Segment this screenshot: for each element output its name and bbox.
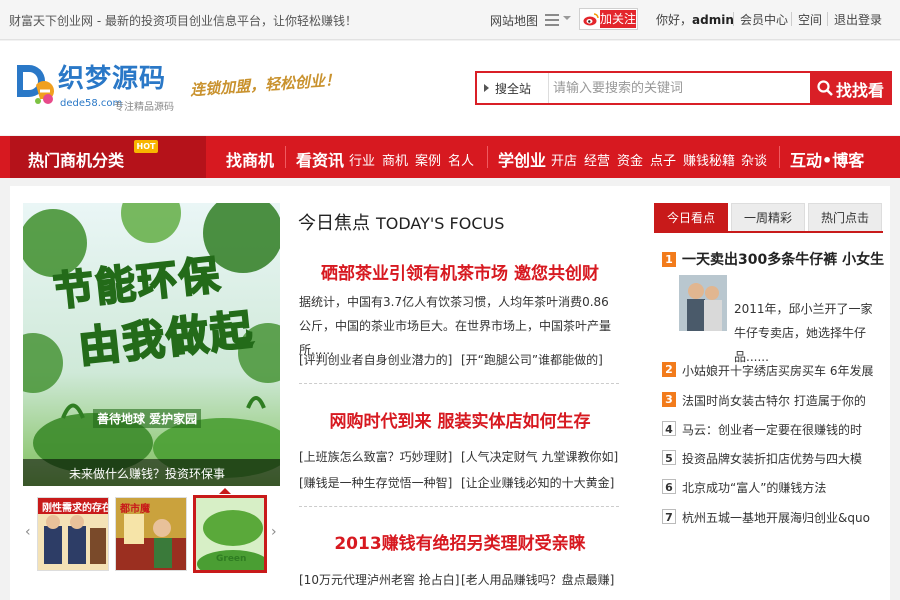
- focus-links-1: [评判创业者自身创业潜力的] [开“跑腿公司”谁都能做的]: [299, 351, 619, 371]
- todays-focus: 今日焦点 TODAY'S FOCUS 硒部茶业引领有机茶市场 邀您共创财 据统计，…: [290, 203, 630, 600]
- active-thumb-pointer: [219, 488, 231, 494]
- nav-item-find-business[interactable]: 找商机: [226, 147, 274, 189]
- nav-divider: [487, 146, 488, 168]
- header-tagline: 连锁加盟，轻松创业！: [189, 70, 341, 100]
- ranking-tabs: 今日看点 一周精彩 热门点击: [654, 203, 883, 233]
- focus-links-2: [上班族怎么致富？巧妙理财] [人气决定财气 九堂课教你如] [赚钱是一种生存觉…: [299, 448, 619, 508]
- divider: [733, 12, 734, 26]
- weibo-follow-button[interactable]: 加关注: [579, 8, 638, 30]
- caret-right-icon: [484, 84, 489, 92]
- focus-link[interactable]: [让企业赚钱必知的十大黄金]: [461, 474, 614, 491]
- user-greeting: 你好，admin: [656, 13, 734, 27]
- site-slogan: 财富天下创业网 - 最新的投资项目创业信息平台，让你轻松赚钱！: [9, 14, 357, 28]
- logout-link[interactable]: 退出登录: [834, 11, 882, 28]
- rank-number: 2: [662, 362, 676, 377]
- focus-link[interactable]: [上班族怎么致富？巧妙理财]: [299, 448, 452, 465]
- nav-divider: [779, 146, 780, 168]
- tab-hot[interactable]: 热门点击: [808, 203, 882, 231]
- slider-caption: 未来做什么赚钱？投资环保事: [69, 467, 226, 481]
- search-button[interactable]: 找找看: [810, 73, 890, 103]
- rank-number: 4: [662, 421, 676, 436]
- rank-first-title[interactable]: 一天卖出300多条牛仔裤 小女生: [682, 249, 884, 269]
- nav-item-blog[interactable]: 互动•博客: [790, 147, 864, 189]
- rank-number: 7: [662, 509, 676, 524]
- slider-thumb-2[interactable]: 都市魔: [115, 497, 187, 571]
- slider-thumbnails: ‹ 刚性需求的存在 都市魔 Green ›: [23, 488, 280, 578]
- slider-caption-bar[interactable]: 未来做什么赚钱？投资环保事: [23, 459, 280, 486]
- focus-headline-3[interactable]: 2013赚钱有绝招另类理财受亲睐: [290, 529, 630, 554]
- tab-today[interactable]: 今日看点: [654, 203, 728, 231]
- ranking-panel: 今日看点 一周精彩 热门点击 1 一天卖出300多条牛仔裤 小女生 2011年，…: [654, 203, 884, 600]
- search-scope-select[interactable]: 搜全站: [477, 73, 549, 103]
- focus-link[interactable]: [10万元代理泸州老窖 抢占白]: [299, 571, 459, 588]
- divider: [299, 383, 619, 384]
- member-center-link[interactable]: 会员中心: [740, 11, 788, 28]
- rank-number: 1: [662, 252, 676, 267]
- main-content: 节能环保 由我做起 善待地球 爱护家园 未来做什么赚钱？投资环保事 ‹ 刚性需求…: [10, 186, 890, 600]
- weibo-icon: [583, 13, 599, 26]
- focus-link[interactable]: [评判创业者自身创业潜力的]: [299, 351, 452, 368]
- focus-link[interactable]: [老人用品赚钱吗？盘点最赚]: [461, 571, 614, 588]
- divider: [791, 12, 792, 26]
- header: 织梦源码 dede58.com 专注精品源码 连锁加盟，轻松创业！ 搜全站 找找…: [0, 41, 900, 135]
- slider-slogan: 善待地球 爱护家园: [93, 409, 202, 428]
- hot-badge: HOT: [134, 140, 158, 153]
- nav-item-news[interactable]: 看资讯: [296, 147, 344, 189]
- focus-link[interactable]: [人气决定财气 九堂课教你如]: [461, 448, 618, 465]
- focus-headline-1[interactable]: 硒部茶业引领有机茶市场 邀您共创财: [290, 259, 630, 284]
- site-logo[interactable]: 织梦源码 dede58.com 专注精品源码: [14, 58, 174, 118]
- rank-item[interactable]: 小姑娘开十字绣店买房买车 6年发展: [682, 362, 873, 379]
- focus-heading: 今日焦点 TODAY'S FOCUS: [298, 213, 505, 234]
- logo-url: dede58.com: [60, 98, 123, 109]
- tab-weekly[interactable]: 一周精彩: [731, 203, 805, 231]
- username[interactable]: admin: [692, 13, 734, 27]
- menu-icon[interactable]: [545, 14, 559, 26]
- chevron-down-icon[interactable]: [563, 16, 571, 20]
- rank-item[interactable]: 马云：创业者一定要在很赚钱的时: [682, 421, 862, 438]
- photo-image: [679, 275, 727, 331]
- rank-number: 3: [662, 392, 676, 407]
- nav-item-learn[interactable]: 学创业: [498, 147, 546, 189]
- logo-mark-icon: [17, 65, 54, 104]
- featured-slider[interactable]: 节能环保 由我做起 善待地球 爱护家园 未来做什么赚钱？投资环保事: [23, 203, 280, 486]
- top-bar: 财富天下创业网 - 最新的投资项目创业信息平台，让你轻松赚钱！ 网站地图 加关注…: [0, 0, 900, 40]
- nav-divider: [285, 146, 286, 168]
- search-icon: [817, 80, 833, 96]
- focus-link[interactable]: [开“跑腿公司”谁都能做的]: [461, 351, 603, 368]
- search-bar: 搜全站 找找看: [475, 71, 892, 105]
- focus-link[interactable]: [赚钱是一种生存觉悟一种智]: [299, 474, 452, 491]
- divider: [299, 506, 619, 507]
- focus-headline-2[interactable]: 网购时代到来 服装实体店如何生存: [290, 407, 630, 432]
- next-arrow-icon[interactable]: ›: [271, 524, 277, 540]
- logo-text: 织梦源码: [58, 64, 167, 94]
- main-nav: 热门商机分类 HOT 找商机 看资讯 行业 商机 案例 名人 学创业 开店 经营…: [0, 136, 900, 178]
- hot-category-menu[interactable]: 热门商机分类 HOT: [10, 136, 206, 178]
- slider-thumb-3[interactable]: Green: [193, 495, 267, 573]
- sitemap-link[interactable]: 网站地图: [490, 12, 538, 29]
- search-input[interactable]: [553, 77, 808, 99]
- rank-number: 6: [662, 479, 676, 494]
- rank-item[interactable]: 杭州五城一基地开展海归创业&quo: [682, 509, 870, 526]
- space-link[interactable]: 空间: [798, 11, 822, 28]
- slider-thumb-1[interactable]: 刚性需求的存在: [37, 497, 109, 571]
- rank-first-intro: 2011年，邱小兰开了一家牛仔专卖店，她选择牛仔品......: [734, 302, 873, 364]
- rank-item[interactable]: 法国时尚女装古特尔 打造属于你的: [682, 392, 866, 409]
- logo-subtitle: 专注精品源码: [114, 102, 174, 113]
- follow-label: 加关注: [600, 10, 637, 28]
- focus-links-3: [10万元代理泸州老窖 抢占白] [老人用品赚钱吗？盘点最赚]: [299, 571, 619, 591]
- rank-number: 5: [662, 450, 676, 465]
- rank-first-photo[interactable]: [679, 275, 727, 331]
- rank-item[interactable]: 北京成功“富人”的赚钱方法: [682, 479, 826, 496]
- divider: [827, 12, 828, 26]
- prev-arrow-icon[interactable]: ‹: [25, 524, 31, 540]
- rank-item[interactable]: 投资品牌女装折扣店优势与四大模: [682, 450, 862, 467]
